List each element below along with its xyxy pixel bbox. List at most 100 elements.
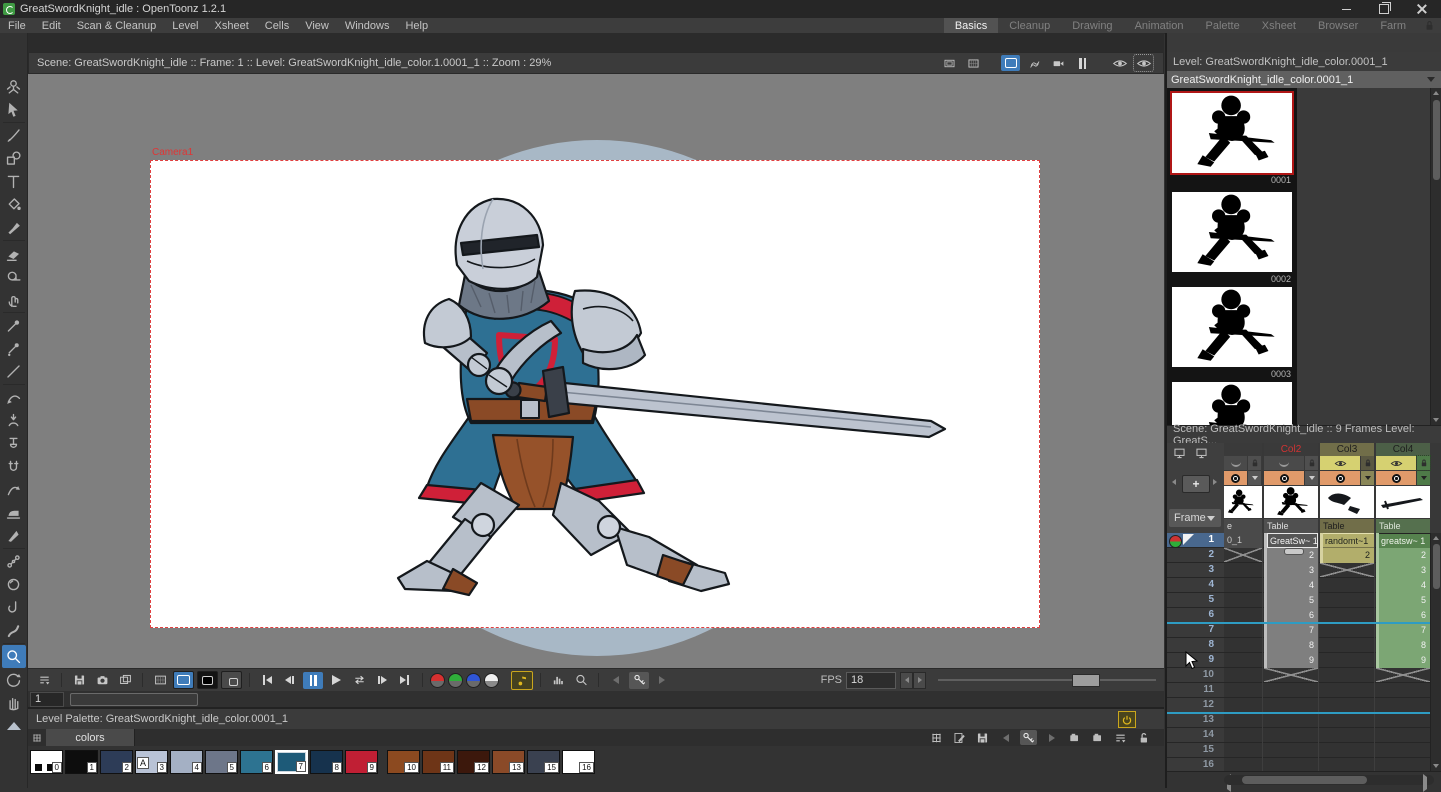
menu-edit[interactable]: Edit xyxy=(34,20,69,32)
loop-button[interactable] xyxy=(349,672,369,689)
row-number[interactable]: 3 xyxy=(1167,563,1224,578)
onion-skin-toggle[interactable] xyxy=(1169,535,1182,548)
palette-swatch-7-selected[interactable]: 7 xyxy=(275,750,308,774)
fps-slider-handle[interactable] xyxy=(1072,674,1100,687)
palette-autoapply-toggle[interactable] xyxy=(1118,711,1136,728)
xsheet-rows[interactable]: 1 2 3 4 5 6 7 8 9 10 11 12 13 14 15 16 0… xyxy=(1167,533,1441,771)
palette-swatch-8[interactable]: 8 xyxy=(310,750,343,774)
col2-cell[interactable]: 4 xyxy=(1267,578,1318,593)
next-key-button[interactable] xyxy=(652,672,672,689)
palette-swatch-1[interactable]: 1 xyxy=(65,750,98,774)
palette-lock-icon[interactable] xyxy=(1135,730,1152,745)
xsheet-col1-header-partial[interactable]: e xyxy=(1224,443,1262,533)
palette-swatch-13[interactable]: 13 xyxy=(492,750,525,774)
col4-render-toggle[interactable] xyxy=(1376,471,1416,485)
frame-display-dropdown[interactable]: Frame xyxy=(1169,509,1221,527)
col4-cells[interactable]: greatsw~ 1 2 3 4 5 6 7 8 9 xyxy=(1376,533,1430,668)
row-number[interactable]: 15 xyxy=(1167,743,1224,758)
fps-slider[interactable] xyxy=(938,679,1156,681)
col1-cell-1[interactable]: 0_1 xyxy=(1224,533,1262,548)
col4-cell[interactable]: 4 xyxy=(1379,578,1430,593)
tool-type[interactable] xyxy=(2,170,26,193)
col4-cell[interactable]: 7 xyxy=(1379,623,1430,638)
palette-tab-colors[interactable]: colors xyxy=(46,729,135,746)
safe-area-icon[interactable] xyxy=(940,55,959,71)
preview-eye-icon[interactable] xyxy=(1110,55,1129,71)
current-frame-field[interactable]: 1 xyxy=(30,692,64,707)
col2-cell[interactable]: 8 xyxy=(1267,638,1318,653)
tool-bender[interactable] xyxy=(2,478,26,501)
tool-tracker[interactable] xyxy=(2,573,26,596)
field-guide-icon[interactable] xyxy=(964,55,983,71)
col1-render-toggle[interactable] xyxy=(1224,471,1247,485)
pause-button[interactable] xyxy=(303,672,323,689)
new-level-button[interactable]: + xyxy=(1182,475,1210,493)
tool-eraser[interactable] xyxy=(2,242,26,265)
palette-swatch-5[interactable]: 5 xyxy=(205,750,238,774)
next-frame-button[interactable] xyxy=(372,672,392,689)
level-frame-thumb-0001[interactable] xyxy=(1172,93,1292,173)
room-tab-xsheet[interactable]: Xsheet xyxy=(1251,18,1307,33)
col3-cell[interactable]: 2 xyxy=(1323,548,1374,563)
close-button[interactable] xyxy=(1403,0,1441,18)
xsheet-col4-header[interactable]: Col4 Table xyxy=(1376,443,1430,533)
tool-fill[interactable] xyxy=(2,193,26,216)
scroll-up-icon[interactable] xyxy=(1432,89,1440,97)
camera-capture-button[interactable] xyxy=(92,672,112,689)
row-number[interactable]: 12 xyxy=(1167,698,1224,713)
prev-level-icon[interactable] xyxy=(1172,479,1176,485)
palette-switch-page-left-icon[interactable] xyxy=(1066,730,1083,745)
col2-name[interactable]: Col2 xyxy=(1264,443,1318,456)
col4-cell[interactable]: 8 xyxy=(1379,638,1430,653)
tool-paint-brush[interactable] xyxy=(2,216,26,239)
minimize-button[interactable] xyxy=(1327,0,1365,18)
level-strip-scrollbar[interactable] xyxy=(1430,88,1441,425)
col2-cell[interactable]: 3 xyxy=(1267,563,1318,578)
cell-drag-handle[interactable] xyxy=(1284,548,1304,555)
menu-xsheet[interactable]: Xsheet xyxy=(207,20,257,32)
palette-prev-key-icon[interactable] xyxy=(997,730,1014,745)
level-strip-combo[interactable]: GreatSwordKnight_idle_color.0001_1 xyxy=(1167,71,1441,88)
col2-cell[interactable]: 5 xyxy=(1267,593,1318,608)
camera-view-mode-button[interactable] xyxy=(173,671,194,689)
matte-channel-button[interactable] xyxy=(484,673,499,688)
scroll-up-icon[interactable] xyxy=(1432,534,1440,542)
toolbar-collapse-button[interactable] xyxy=(2,714,26,737)
scrollbar-thumb[interactable] xyxy=(1433,100,1440,180)
col2-cells[interactable]: GreatSw~ 1 2 3 4 5 6 7 8 9 xyxy=(1264,533,1318,668)
col4-cell[interactable]: 9 xyxy=(1379,653,1430,668)
palette-next-key-icon[interactable] xyxy=(1043,730,1060,745)
palette-swatch-3[interactable]: A3 xyxy=(135,750,168,774)
col4-cell[interactable]: 5 xyxy=(1379,593,1430,608)
palette-swatch-12[interactable]: 12 xyxy=(457,750,490,774)
room-tab-browser[interactable]: Browser xyxy=(1307,18,1369,33)
fps-input[interactable]: 18 xyxy=(846,672,896,689)
tool-finger[interactable] xyxy=(2,288,26,311)
camera-view-icon[interactable] xyxy=(1001,55,1020,71)
menu-file[interactable]: File xyxy=(0,20,34,32)
room-tab-palette[interactable]: Palette xyxy=(1194,18,1250,33)
camera-stand-view-button[interactable] xyxy=(197,671,218,689)
next-level-icon[interactable] xyxy=(1213,479,1217,485)
col1-config-arrow[interactable] xyxy=(1248,471,1261,485)
room-tab-farm[interactable]: Farm xyxy=(1369,18,1417,33)
save-button[interactable] xyxy=(69,672,89,689)
row-number[interactable]: 10 xyxy=(1167,668,1224,683)
xsheet-col2-header[interactable]: Col2 Table xyxy=(1264,443,1318,533)
row-number[interactable]: 7 xyxy=(1167,623,1224,638)
row-number[interactable]: 16 xyxy=(1167,758,1224,771)
palette-edit-icon[interactable] xyxy=(951,730,968,745)
tool-rgb-picker[interactable] xyxy=(2,337,26,360)
row-number[interactable]: 4 xyxy=(1167,578,1224,593)
col3-cells[interactable]: randomt~1 2 xyxy=(1320,533,1374,563)
row-number[interactable]: 6 xyxy=(1167,608,1224,623)
palette-swatch-2[interactable]: 2 xyxy=(100,750,133,774)
level-frame-thumb-0003[interactable] xyxy=(1172,287,1292,367)
fps-spin-up[interactable] xyxy=(913,672,926,689)
room-tab-cleanup[interactable]: Cleanup xyxy=(998,18,1061,33)
subcamera-view-button[interactable] xyxy=(221,671,242,689)
camera-view-toggle-icon[interactable] xyxy=(1171,446,1188,460)
fps-spin-down[interactable] xyxy=(900,672,913,689)
previous-key-button[interactable] xyxy=(606,672,626,689)
field-guide-button[interactable] xyxy=(150,672,170,689)
